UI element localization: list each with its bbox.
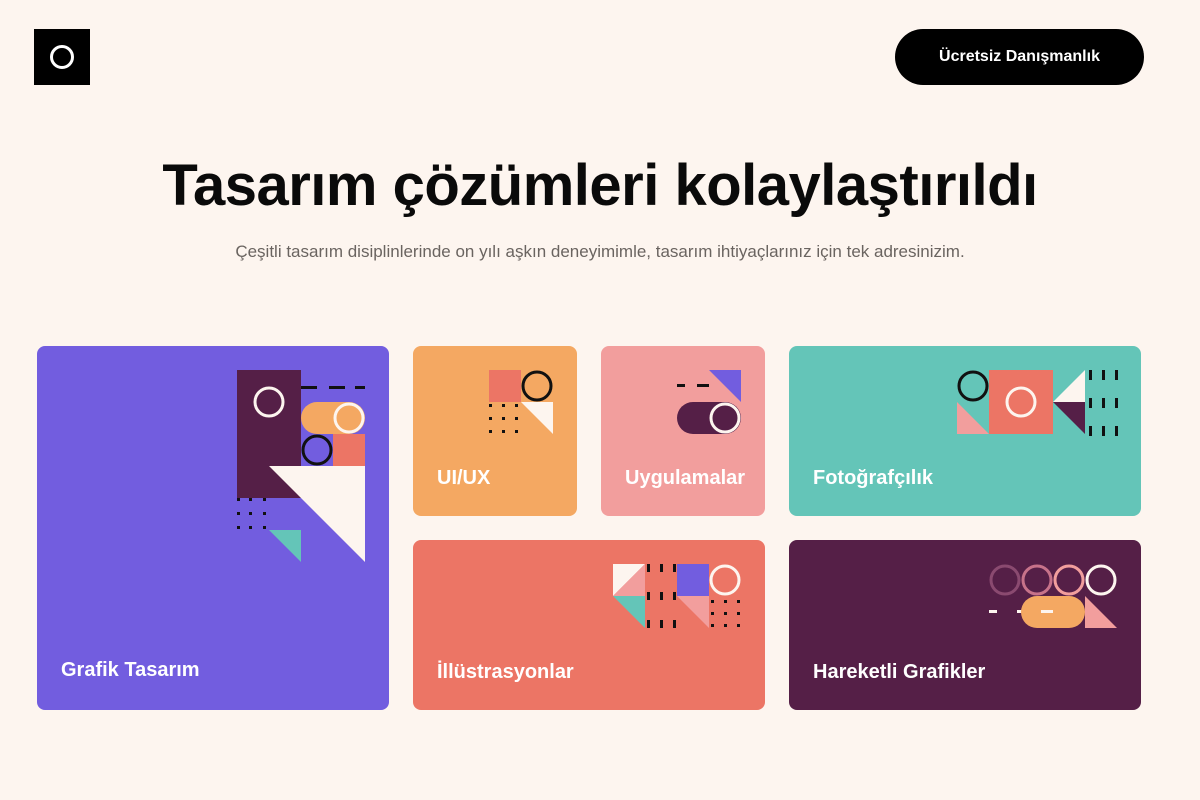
page-subtitle: Çeşitli tasarım disiplinlerinde on yılı … xyxy=(235,242,965,261)
motion-graphics-illustration-icon xyxy=(989,564,1117,628)
service-card-motion-graphics[interactable]: Hareketli Grafikler xyxy=(789,540,1141,710)
service-card-apps[interactable]: Uygulamalar xyxy=(601,346,765,516)
service-label-apps: Uygulamalar xyxy=(625,467,746,489)
page-title: Tasarım çözümleri kolaylaştırıldı xyxy=(162,153,1038,218)
service-label-motion-graphics: Hareketli Grafikler xyxy=(813,661,986,683)
service-label-ui-ux: UI/UX xyxy=(437,467,491,489)
illustrations-illustration-icon xyxy=(613,564,741,628)
service-card-photography[interactable]: Fotoğrafçılık xyxy=(789,346,1141,516)
service-label-illustrations: İllüstrasyonlar xyxy=(437,661,574,683)
site-logo[interactable] xyxy=(34,29,90,85)
graphic-design-illustration-icon xyxy=(237,370,365,562)
photography-illustration-icon xyxy=(957,370,1118,436)
service-label-graphic-design: Grafik Tasarım xyxy=(61,659,200,681)
ui-ux-illustration-icon xyxy=(489,370,553,434)
apps-illustration-icon xyxy=(677,370,741,434)
service-card-graphic-design[interactable]: Grafik Tasarım xyxy=(37,346,389,710)
free-consultation-button[interactable]: Ücretsiz Danışmanlık xyxy=(895,29,1144,85)
service-card-illustrations[interactable]: İllüstrasyonlar xyxy=(413,540,765,710)
service-label-photography: Fotoğrafçılık xyxy=(813,467,934,489)
ring-logo-icon xyxy=(50,45,74,69)
service-card-ui-ux[interactable]: UI/UX xyxy=(413,346,577,516)
